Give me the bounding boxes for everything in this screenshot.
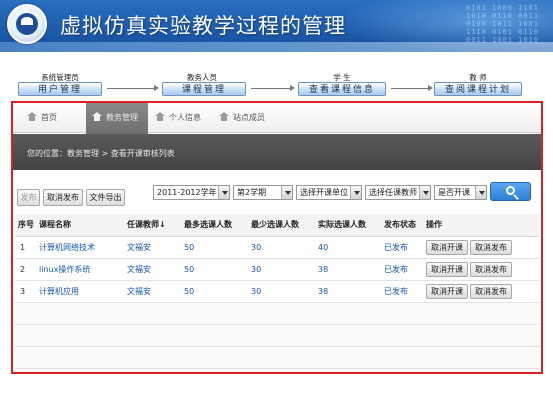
breadcrumb-bar: 您的位置：教务管理 > 查看开课审核列表	[13, 134, 541, 170]
col-header-teacher[interactable]: 任课教师↓	[127, 214, 184, 237]
course-table: 序号 课程名称 任课教师↓ 最多选课人数 最少选课人数 实际选课人数 发布状态 …	[15, 214, 539, 369]
cancel-course-button[interactable]: 取消开课	[426, 283, 468, 299]
user-management-button[interactable]: 用户管理	[18, 82, 102, 96]
cancel-publish-button[interactable]: 取消发布	[470, 261, 512, 277]
row-no: 3	[15, 280, 39, 303]
row-no: 2	[15, 258, 39, 281]
home-icon	[155, 112, 165, 121]
min-enroll: 30	[251, 236, 318, 259]
table-row: 1 计算机网络技术 文福安 50 30 40 已发布 取消开课 取消发布	[15, 236, 539, 259]
flow-arrow-2	[251, 85, 295, 91]
row-actions: 取消开课 取消发布	[426, 236, 539, 259]
min-enroll: 30	[251, 280, 318, 303]
empty-row	[15, 302, 539, 325]
col-header-no: 序号	[15, 214, 39, 237]
university-logo	[7, 4, 47, 44]
col-header-course[interactable]: 课程名称	[39, 214, 127, 237]
col-header-actions: 操作	[426, 214, 539, 237]
flow-arrow-3	[391, 85, 433, 91]
chevron-down-icon	[281, 186, 292, 199]
table-row: 2 linux操作系统 文福安 50 30 38 已发布 取消开课 取消发布	[15, 258, 539, 281]
home-icon	[27, 112, 37, 121]
tab-bar: 首页 教务管理 个人信息 站点成员	[13, 103, 541, 134]
export-file-button[interactable]: 文件导出	[86, 189, 125, 206]
publish-status: 已发布	[384, 258, 426, 281]
home-icon	[219, 112, 229, 121]
tab-site-members[interactable]: 站点成员	[219, 103, 265, 133]
table-header-row: 序号 课程名称 任课教师↓ 最多选课人数 最少选课人数 实际选课人数 发布状态 …	[15, 214, 539, 237]
col-header-actual: 实际选课人数	[318, 214, 384, 237]
actual-enroll: 38	[318, 280, 384, 303]
flow-arrow-1	[107, 85, 159, 91]
page-title: 虚拟仿真实验教学过程的管理	[60, 14, 346, 38]
view-course-info-button[interactable]: 查看课程信息	[298, 82, 386, 96]
search-button[interactable]	[490, 182, 531, 201]
max-enroll: 50	[184, 258, 251, 281]
publish-status: 已发布	[384, 236, 426, 259]
row-actions: 取消开课 取消发布	[426, 258, 539, 281]
header-banner: 0101 1000 1101 1010 0110 0011 0100 1011 …	[0, 0, 553, 52]
course-name-link[interactable]: 计算机应用	[39, 280, 127, 303]
school-year-select[interactable]: 2011-2012学年	[153, 185, 230, 200]
col-header-max: 最多选课人数	[184, 214, 251, 237]
home-icon	[92, 112, 102, 121]
tab-academic-management[interactable]: 教务管理	[86, 103, 148, 134]
actual-enroll: 38	[318, 258, 384, 281]
breadcrumb: 您的位置：教务管理 > 查看开课审核列表	[27, 149, 175, 158]
empty-row	[15, 346, 539, 369]
table-row: 3 计算机应用 文福安 50 30 38 已发布 取消开课 取消发布	[15, 280, 539, 303]
view-course-plan-button[interactable]: 查阅课程计划	[434, 82, 522, 96]
publish-status: 已发布	[384, 280, 426, 303]
chevron-down-icon	[350, 186, 361, 199]
cancel-publish-button[interactable]: 取消发布	[470, 239, 512, 255]
row-no: 1	[15, 236, 39, 259]
is-open-select[interactable]: 是否开课	[434, 185, 487, 200]
unit-select[interactable]: 选择开课单位	[296, 185, 362, 200]
max-enroll: 50	[184, 236, 251, 259]
term-select[interactable]: 第2学期	[233, 185, 293, 200]
empty-row	[15, 324, 539, 347]
course-name-link[interactable]: 计算机网络技术	[39, 236, 127, 259]
teacher-select[interactable]: 选择任课教师	[365, 185, 431, 200]
tab-personal-info[interactable]: 个人信息	[155, 103, 201, 133]
cancel-course-button[interactable]: 取消开课	[426, 239, 468, 255]
chevron-down-icon	[475, 186, 486, 199]
publish-button[interactable]: 发布	[17, 189, 40, 206]
col-header-min: 最少选课人数	[251, 214, 318, 237]
col-header-status: 发布状态	[384, 214, 426, 237]
max-enroll: 50	[184, 280, 251, 303]
teacher-name: 文福安	[127, 258, 184, 281]
teacher-name: 文福安	[127, 236, 184, 259]
teacher-name: 文福安	[127, 280, 184, 303]
cancel-course-button[interactable]: 取消开课	[426, 261, 468, 277]
banner-binary-decoration: 0101 1000 1101 1010 0110 0011 0100 1011 …	[465, 4, 539, 44]
unpublish-button[interactable]: 取消发布	[43, 189, 83, 206]
cancel-publish-button[interactable]: 取消发布	[470, 283, 512, 299]
tab-home[interactable]: 首页	[27, 103, 57, 133]
min-enroll: 30	[251, 258, 318, 281]
slide: 0101 1000 1101 1010 0110 0011 0100 1011 …	[0, 0, 553, 415]
chevron-down-icon	[218, 186, 229, 199]
course-management-button[interactable]: 课程管理	[162, 82, 246, 96]
chevron-down-icon	[419, 186, 430, 199]
row-actions: 取消开课 取消发布	[426, 280, 539, 303]
actual-enroll: 40	[318, 236, 384, 259]
course-name-link[interactable]: linux操作系统	[39, 258, 127, 281]
banner-swoosh	[0, 42, 553, 52]
